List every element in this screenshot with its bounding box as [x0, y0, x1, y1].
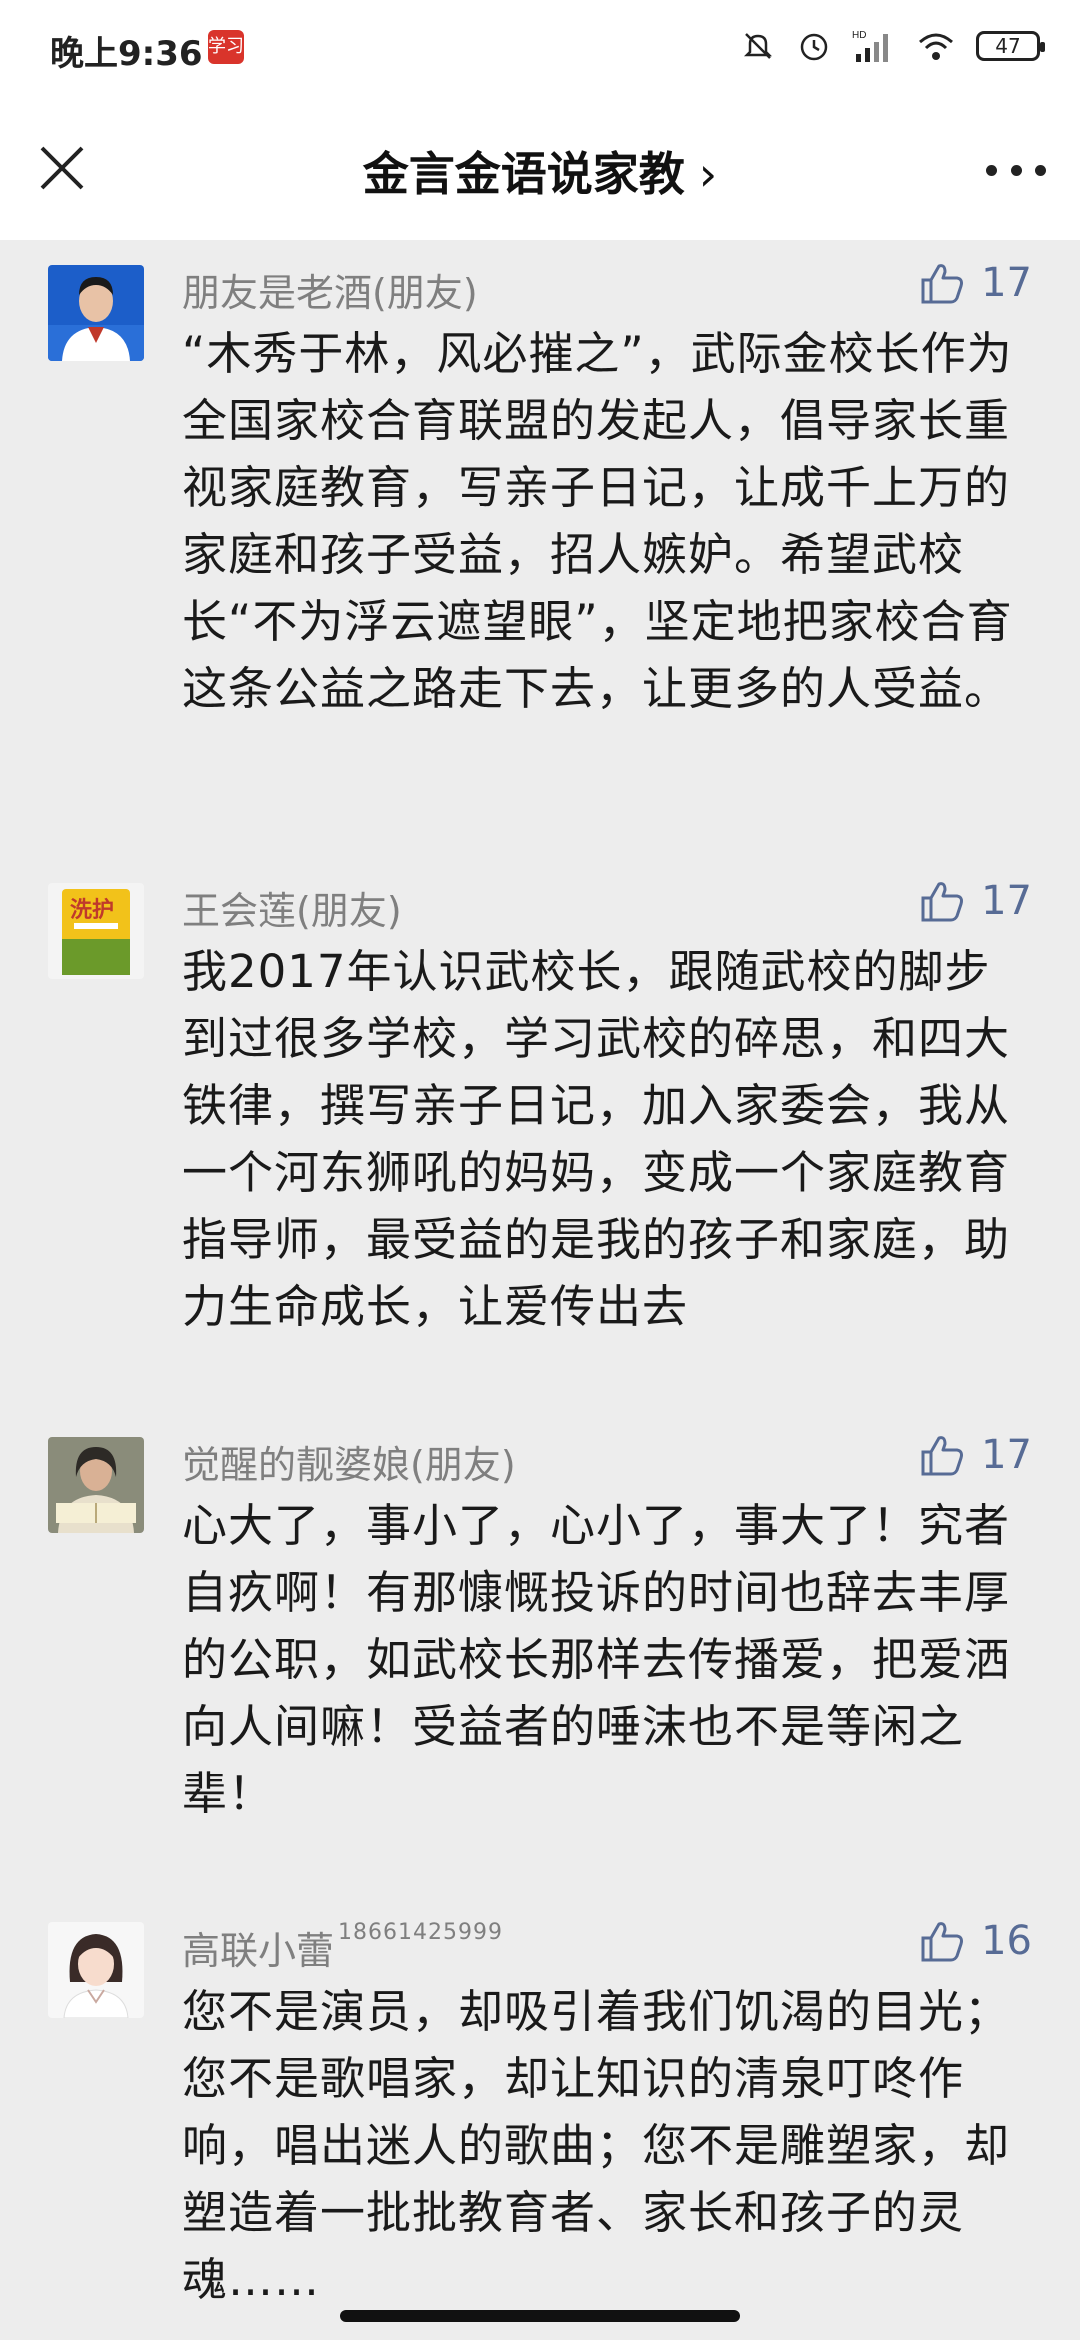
page-title: 金言金语说家教	[362, 147, 685, 201]
svg-text:HD: HD	[852, 30, 866, 41]
like-count: 17	[981, 1432, 1032, 1478]
more-icon[interactable]	[986, 150, 1046, 190]
comment-text: 您不是演员，却吸引着我们饥渴的目光；您不是歌唱家，却让知识的清泉叮咚作响，唱出迷…	[182, 1985, 1011, 2306]
thumbs-up-icon	[921, 882, 964, 922]
commenter-name: 觉醒的靓婆娘(朋友)	[182, 1443, 516, 1487]
status-bar: 晚上9:36 学习 HD 47	[0, 0, 1080, 100]
status-time: 晚上9:36	[50, 34, 203, 74]
avatar[interactable]: 洗护	[48, 883, 144, 979]
avatar[interactable]	[48, 1437, 144, 1533]
battery-icon: 47	[976, 31, 1045, 61]
avatar[interactable]	[48, 265, 144, 361]
thumbs-up-icon	[921, 1922, 964, 1962]
comment-text: 心大了，事小了，心小了，事大了！究者自疚啊！有那慷慨投诉的时间也辞去丰厚的公职，…	[182, 1499, 1011, 1820]
like-button[interactable]: 17	[919, 260, 1032, 306]
home-indicator[interactable]	[340, 2310, 740, 2322]
commenter-name: 朋友是老酒(朋友)	[182, 271, 478, 315]
status-icons: HD 47	[740, 26, 1045, 66]
hd-signal-icon: HD	[852, 30, 888, 62]
commenter-name: 高联小蕾 18661425999	[182, 1920, 503, 1975]
commenter-phone: 18661425999	[338, 1920, 503, 1945]
thumbs-up-icon	[921, 264, 964, 304]
page-title-link[interactable]: 金言金语说家教 ›	[0, 138, 1080, 204]
chevron-right-icon: ›	[698, 147, 718, 201]
commenter-name-text: 高联小蕾	[182, 1929, 335, 1973]
app-notification-icon: 学习	[208, 30, 244, 64]
alarm-icon	[800, 33, 828, 61]
like-button[interactable]: 17	[919, 1432, 1032, 1478]
thumbs-up-icon	[921, 1436, 964, 1476]
like-button[interactable]: 16	[919, 1918, 1032, 1964]
mute-icon	[743, 33, 773, 59]
like-count: 16	[981, 1918, 1032, 1964]
commenter-name: 王会莲(朋友)	[182, 889, 402, 933]
nav-bar: 金言金语说家教 ›	[0, 100, 1080, 240]
comment-text: “木秀于林，风必摧之”，武际金校长作为全国家校合育联盟的发起人，倡导家长重视家庭…	[182, 327, 1013, 715]
like-count: 17	[981, 260, 1032, 306]
comment-text: 我2017年认识武校长，跟随武校的脚步到过很多学校，学习武校的碎思，和四大铁律，…	[182, 945, 1011, 1333]
svg-text:洗护: 洗护	[70, 897, 114, 922]
like-button[interactable]: 17	[919, 878, 1032, 924]
wifi-icon	[919, 33, 953, 60]
avatar[interactable]	[48, 1922, 144, 2018]
like-count: 17	[981, 878, 1032, 924]
